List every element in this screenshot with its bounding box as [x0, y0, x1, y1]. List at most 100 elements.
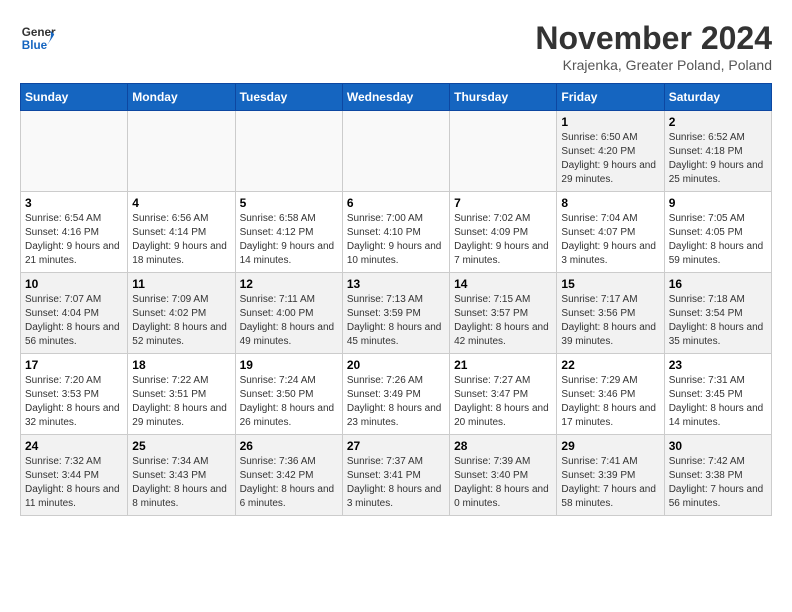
- month-title: November 2024: [535, 20, 772, 57]
- day-info: Sunrise: 7:20 AMSunset: 3:53 PMDaylight:…: [25, 374, 123, 430]
- day-info: Sunrise: 7:02 AMSunset: 4:09 PMDaylight:…: [454, 212, 552, 268]
- day-info: Sunrise: 7:42 AMSunset: 3:38 PMDaylight:…: [669, 455, 767, 511]
- calendar-cell: 6Sunrise: 7:00 AMSunset: 4:10 PMDaylight…: [342, 192, 449, 273]
- calendar-cell: 18 Sunrise: 7:22 AMSunset: 3:51 PMDayligh…: [128, 354, 235, 435]
- day-info: Sunrise: 7:15 AMSunset: 3:57 PMDaylight:…: [454, 293, 552, 349]
- day-info: Sunrise: 7:13 AMSunset: 3:59 PMDaylight:…: [347, 293, 445, 349]
- calendar-cell: 20 Sunrise: 7:26 AMSunset: 3:49 PMDayligh…: [342, 354, 449, 435]
- calendar-cell: 27 Sunrise: 7:37 AMSunset: 3:41 PMDayligh…: [342, 435, 449, 516]
- calendar-cell: 26 Sunrise: 7:36 AMSunset: 3:42 PMDayligh…: [235, 435, 342, 516]
- day-info: Sunrise: 7:41 AMSunset: 3:39 PMDaylight:…: [561, 455, 659, 511]
- day-info: Sunrise: 7:09 AMSunset: 4:02 PMDaylight:…: [132, 293, 230, 349]
- day-number: 18: [132, 358, 230, 372]
- calendar-cell: 12 Sunrise: 7:11 AMSunset: 4:00 PMDayligh…: [235, 273, 342, 354]
- day-number: 19: [240, 358, 338, 372]
- calendar-cell: 1 Sunrise: 6:50 AMSunset: 4:20 PMDaylight…: [557, 111, 664, 192]
- calendar-week-1: 1 Sunrise: 6:50 AMSunset: 4:20 PMDaylight…: [21, 111, 772, 192]
- calendar-cell: 22Sunrise: 7:29 AMSunset: 3:46 PMDayligh…: [557, 354, 664, 435]
- day-number: 4: [132, 196, 230, 210]
- day-info: Sunrise: 7:24 AMSunset: 3:50 PMDaylight:…: [240, 374, 338, 430]
- calendar-cell: 19 Sunrise: 7:24 AMSunset: 3:50 PMDayligh…: [235, 354, 342, 435]
- day-info: Sunrise: 7:18 AMSunset: 3:54 PMDaylight:…: [669, 293, 767, 349]
- day-info: Sunrise: 7:27 AMSunset: 3:47 PMDaylight:…: [454, 374, 552, 430]
- calendar-cell: [21, 111, 128, 192]
- day-number: 2: [669, 115, 767, 129]
- day-info: Sunrise: 7:17 AMSunset: 3:56 PMDaylight:…: [561, 293, 659, 349]
- calendar-cell: 28Sunrise: 7:39 AMSunset: 3:40 PMDayligh…: [450, 435, 557, 516]
- subtitle: Krajenka, Greater Poland, Poland: [535, 57, 772, 73]
- day-number: 30: [669, 439, 767, 453]
- day-info: Sunrise: 7:31 AMSunset: 3:45 PMDaylight:…: [669, 374, 767, 430]
- calendar-cell: [128, 111, 235, 192]
- day-number: 11: [132, 277, 230, 291]
- calendar-cell: [450, 111, 557, 192]
- weekday-header-saturday: Saturday: [664, 84, 771, 111]
- title-area: November 2024 Krajenka, Greater Poland, …: [535, 20, 772, 73]
- calendar-table: SundayMondayTuesdayWednesdayThursdayFrid…: [20, 83, 772, 516]
- day-info: Sunrise: 6:58 AMSunset: 4:12 PMDaylight:…: [240, 212, 338, 268]
- day-number: 28: [454, 439, 552, 453]
- weekday-header-friday: Friday: [557, 84, 664, 111]
- day-number: 7: [454, 196, 552, 210]
- day-info: Sunrise: 6:54 AMSunset: 4:16 PMDaylight:…: [25, 212, 123, 268]
- day-number: 12: [240, 277, 338, 291]
- weekday-header-wednesday: Wednesday: [342, 84, 449, 111]
- calendar-week-2: 3Sunrise: 6:54 AMSunset: 4:16 PMDaylight…: [21, 192, 772, 273]
- day-number: 22: [561, 358, 659, 372]
- weekday-header-tuesday: Tuesday: [235, 84, 342, 111]
- day-info: Sunrise: 6:52 AMSunset: 4:18 PMDaylight:…: [669, 131, 767, 187]
- day-number: 9: [669, 196, 767, 210]
- weekday-header-row: SundayMondayTuesdayWednesdayThursdayFrid…: [21, 84, 772, 111]
- calendar-cell: 16 Sunrise: 7:18 AMSunset: 3:54 PMDayligh…: [664, 273, 771, 354]
- day-number: 26: [240, 439, 338, 453]
- day-info: Sunrise: 7:37 AMSunset: 3:41 PMDaylight:…: [347, 455, 445, 511]
- calendar-week-3: 10Sunrise: 7:07 AMSunset: 4:04 PMDayligh…: [21, 273, 772, 354]
- day-number: 1: [561, 115, 659, 129]
- day-info: Sunrise: 7:36 AMSunset: 3:42 PMDaylight:…: [240, 455, 338, 511]
- calendar-cell: 15 Sunrise: 7:17 AMSunset: 3:56 PMDayligh…: [557, 273, 664, 354]
- day-info: Sunrise: 6:50 AMSunset: 4:20 PMDaylight:…: [561, 131, 659, 187]
- day-info: Sunrise: 6:56 AMSunset: 4:14 PMDaylight:…: [132, 212, 230, 268]
- day-number: 8: [561, 196, 659, 210]
- calendar-week-5: 24Sunrise: 7:32 AMSunset: 3:44 PMDayligh…: [21, 435, 772, 516]
- day-info: Sunrise: 7:26 AMSunset: 3:49 PMDaylight:…: [347, 374, 445, 430]
- day-number: 14: [454, 277, 552, 291]
- day-info: Sunrise: 7:05 AMSunset: 4:05 PMDaylight:…: [669, 212, 767, 268]
- calendar-cell: 7 Sunrise: 7:02 AMSunset: 4:09 PMDaylight…: [450, 192, 557, 273]
- day-number: 29: [561, 439, 659, 453]
- calendar-cell: 25 Sunrise: 7:34 AMSunset: 3:43 PMDayligh…: [128, 435, 235, 516]
- calendar-week-4: 17 Sunrise: 7:20 AMSunset: 3:53 PMDayligh…: [21, 354, 772, 435]
- calendar-cell: [342, 111, 449, 192]
- day-info: Sunrise: 7:22 AMSunset: 3:51 PMDaylight:…: [132, 374, 230, 430]
- calendar-cell: 4 Sunrise: 6:56 AMSunset: 4:14 PMDaylight…: [128, 192, 235, 273]
- calendar-cell: 29 Sunrise: 7:41 AMSunset: 3:39 PMDayligh…: [557, 435, 664, 516]
- calendar-cell: 24Sunrise: 7:32 AMSunset: 3:44 PMDayligh…: [21, 435, 128, 516]
- calendar-cell: 2 Sunrise: 6:52 AMSunset: 4:18 PMDaylight…: [664, 111, 771, 192]
- weekday-header-sunday: Sunday: [21, 84, 128, 111]
- calendar-cell: 21 Sunrise: 7:27 AMSunset: 3:47 PMDayligh…: [450, 354, 557, 435]
- day-number: 27: [347, 439, 445, 453]
- calendar-cell: [235, 111, 342, 192]
- day-info: Sunrise: 7:04 AMSunset: 4:07 PMDaylight:…: [561, 212, 659, 268]
- day-number: 15: [561, 277, 659, 291]
- day-number: 6: [347, 196, 445, 210]
- day-info: Sunrise: 7:32 AMSunset: 3:44 PMDaylight:…: [25, 455, 123, 511]
- calendar-cell: 23 Sunrise: 7:31 AMSunset: 3:45 PMDayligh…: [664, 354, 771, 435]
- day-number: 17: [25, 358, 123, 372]
- calendar-cell: 9 Sunrise: 7:05 AMSunset: 4:05 PMDaylight…: [664, 192, 771, 273]
- calendar-cell: 17 Sunrise: 7:20 AMSunset: 3:53 PMDayligh…: [21, 354, 128, 435]
- logo: General Blue: [20, 20, 56, 56]
- calendar-cell: 30 Sunrise: 7:42 AMSunset: 3:38 PMDayligh…: [664, 435, 771, 516]
- calendar-cell: 3Sunrise: 6:54 AMSunset: 4:16 PMDaylight…: [21, 192, 128, 273]
- day-info: Sunrise: 7:11 AMSunset: 4:00 PMDaylight:…: [240, 293, 338, 349]
- day-number: 16: [669, 277, 767, 291]
- day-number: 23: [669, 358, 767, 372]
- page-header: General Blue November 2024 Krajenka, Gre…: [20, 20, 772, 73]
- day-number: 21: [454, 358, 552, 372]
- calendar-cell: 8 Sunrise: 7:04 AMSunset: 4:07 PMDaylight…: [557, 192, 664, 273]
- day-number: 20: [347, 358, 445, 372]
- calendar-cell: 5Sunrise: 6:58 AMSunset: 4:12 PMDaylight…: [235, 192, 342, 273]
- day-number: 25: [132, 439, 230, 453]
- calendar-cell: 10Sunrise: 7:07 AMSunset: 4:04 PMDayligh…: [21, 273, 128, 354]
- day-info: Sunrise: 7:34 AMSunset: 3:43 PMDaylight:…: [132, 455, 230, 511]
